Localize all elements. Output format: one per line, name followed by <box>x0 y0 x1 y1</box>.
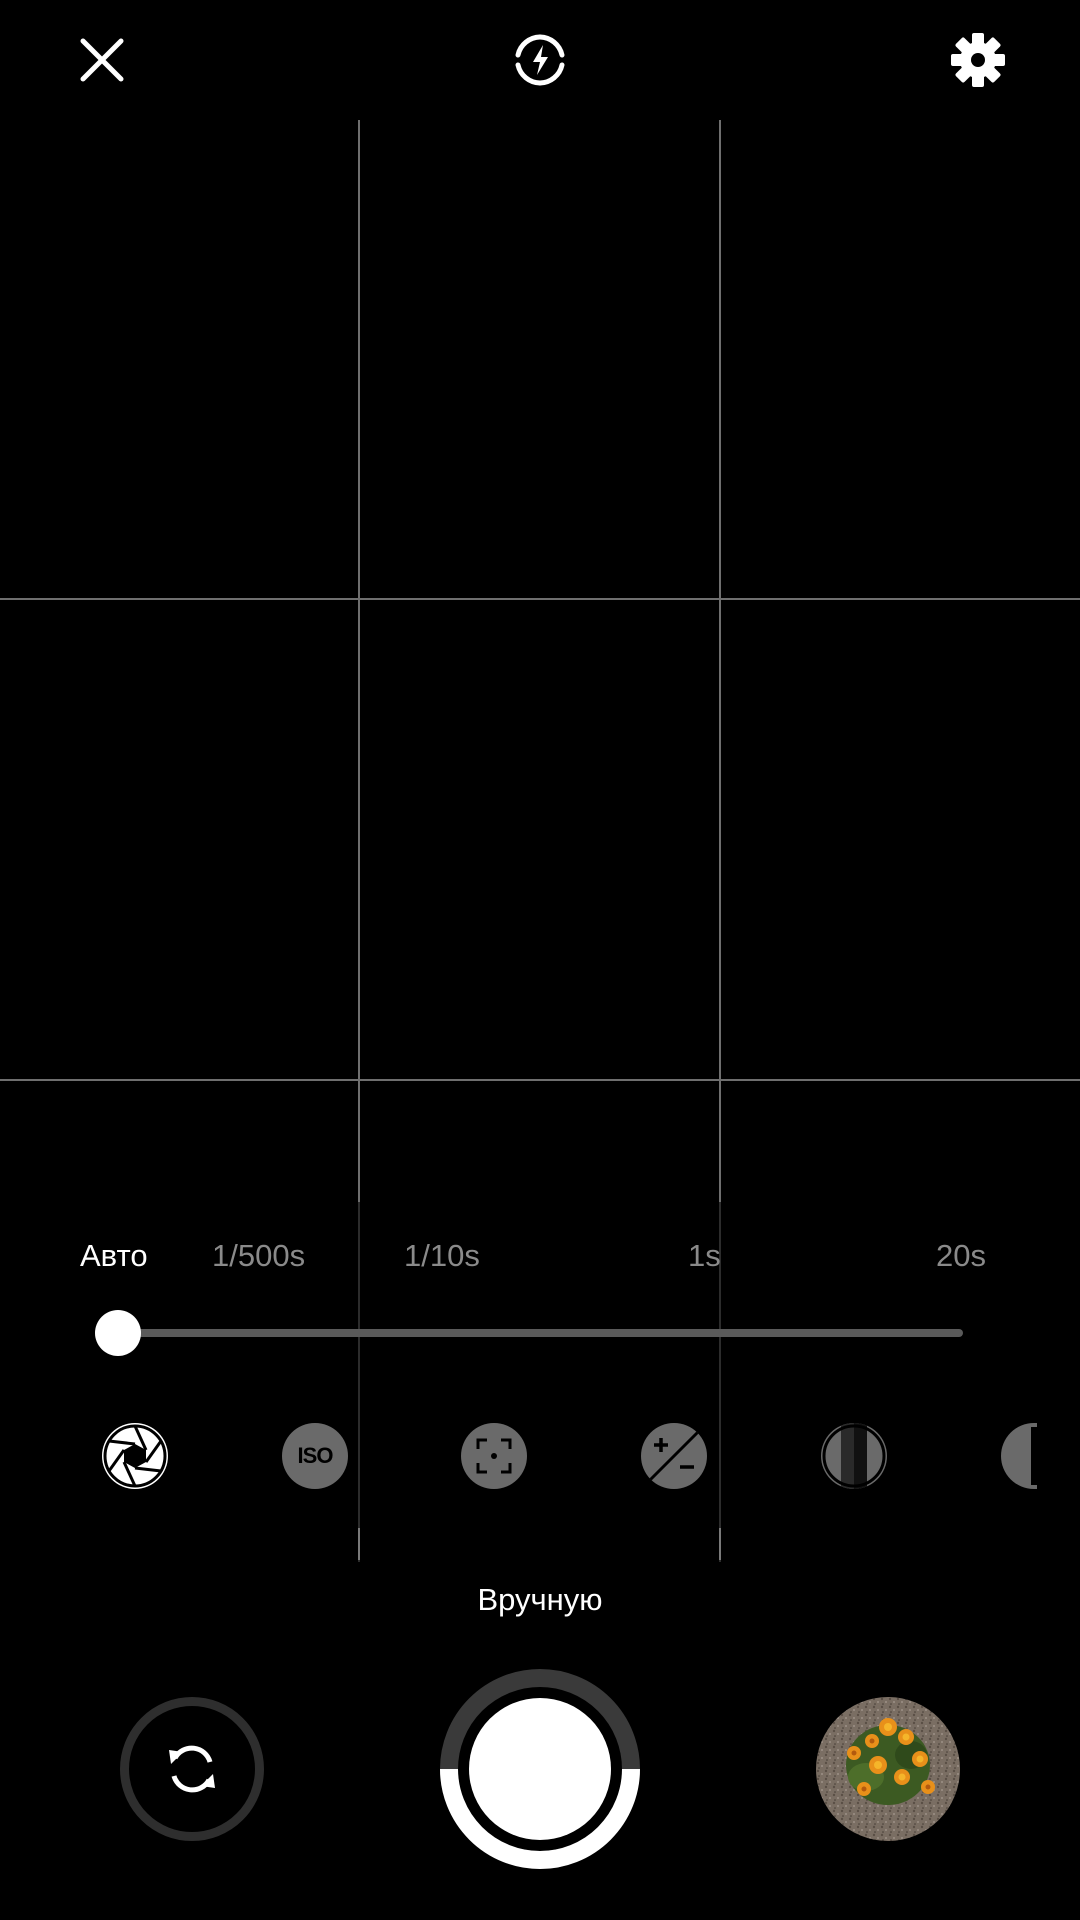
exposure-mode-button[interactable] <box>641 1423 707 1489</box>
shutter-button[interactable] <box>440 1669 640 1869</box>
gallery-thumbnail-button[interactable] <box>816 1697 960 1841</box>
aperture-icon <box>103 1424 167 1488</box>
close-icon <box>80 38 124 82</box>
flowers-thumbnail <box>816 1697 960 1841</box>
shutter-speed-20s[interactable]: 20s <box>936 1238 986 1274</box>
grid-tick-2 <box>719 1528 721 1560</box>
camera-viewfinder[interactable] <box>0 0 1080 1920</box>
flash-button[interactable] <box>508 28 572 92</box>
gear-icon <box>951 33 1005 87</box>
iso-mode-button[interactable]: ISO <box>282 1423 348 1489</box>
grid-line-vertical-1 <box>358 120 360 1202</box>
switch-camera-button[interactable] <box>120 1697 264 1841</box>
iso-icon: ISO <box>297 1443 334 1468</box>
focus-mode-button[interactable] <box>461 1423 527 1489</box>
close-button[interactable] <box>70 28 134 92</box>
grid-line-vertical-2 <box>719 120 721 1202</box>
aperture-mode-button[interactable] <box>102 1423 168 1489</box>
shutter-icon <box>440 1669 640 1869</box>
white-balance-icon <box>822 1423 886 1489</box>
grid-line-horizontal-1 <box>0 598 1080 600</box>
grid-tick-1 <box>358 1528 360 1560</box>
grid-line-vertical-1-lower <box>358 1202 360 1562</box>
white-balance-mode-button[interactable] <box>821 1423 887 1489</box>
shutter-speed-1-10[interactable]: 1/10s <box>404 1238 480 1274</box>
grid-line-horizontal-2 <box>0 1079 1080 1081</box>
shutter-speed-slider-track[interactable] <box>118 1329 963 1337</box>
shutter-speed-1-500[interactable]: 1/500s <box>212 1238 305 1274</box>
shutter-speed-slider-thumb[interactable] <box>95 1310 141 1356</box>
flash-auto-icon <box>515 34 565 86</box>
focus-icon <box>476 1438 512 1474</box>
shutter-speed-auto[interactable]: Авто <box>80 1238 148 1274</box>
shutter-speed-1s[interactable]: 1s <box>688 1238 721 1274</box>
camera-mode-label[interactable]: Вручную <box>0 1582 1080 1618</box>
switch-camera-icon <box>169 1745 215 1793</box>
settings-button[interactable] <box>946 28 1010 92</box>
exposure-compensation-icon <box>645 1427 703 1485</box>
